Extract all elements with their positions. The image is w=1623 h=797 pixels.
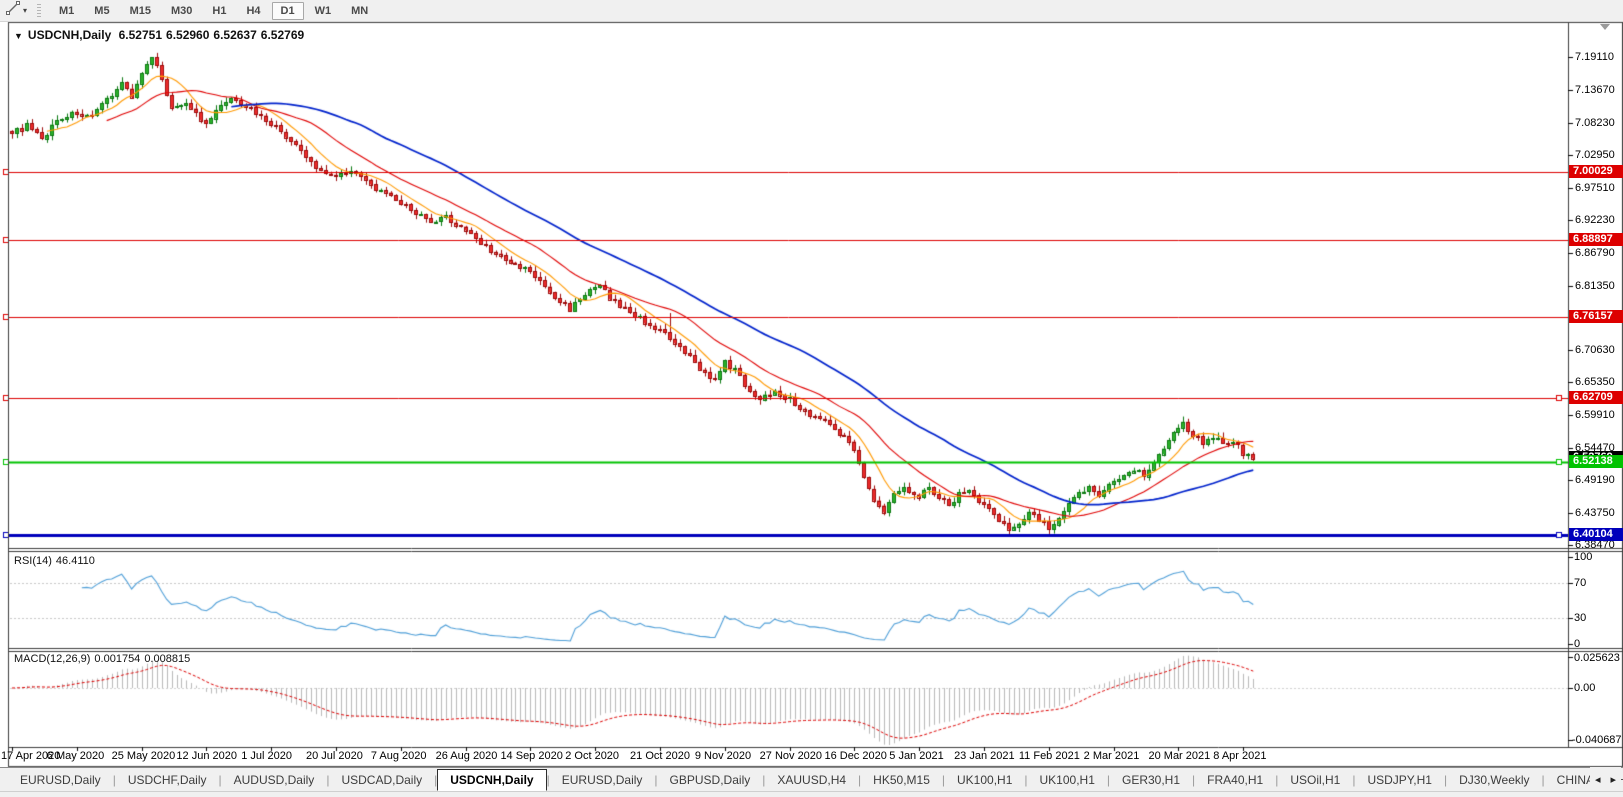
- timeframe-button-h1[interactable]: H1: [203, 2, 235, 20]
- price-axis-tick: 6.43750: [1575, 507, 1615, 519]
- rsi-axis-tick: 70: [1574, 577, 1586, 589]
- dropdown-caret-icon[interactable]: ▾: [23, 6, 27, 15]
- date-axis-label: 5 Jan 2021: [889, 750, 943, 762]
- ohlc-close: 6.52769: [261, 28, 304, 42]
- price-axis-tick: 7.19110: [1575, 51, 1614, 63]
- chart-tabs: EURUSD,Daily|USDCHF,Daily|AUDUSD,Daily|U…: [0, 767, 1623, 792]
- chart-tab-usdcnh-daily[interactable]: USDCNH,Daily: [437, 769, 546, 791]
- chart-tab-usdchf-daily[interactable]: USDCHF,Daily: [116, 770, 219, 790]
- line-tool-group[interactable]: ▾: [0, 1, 33, 20]
- chart-canvas[interactable]: [0, 0, 1623, 797]
- level-price-label: 6.52138: [1569, 455, 1623, 468]
- level-price-label: 7.00029: [1569, 165, 1623, 178]
- toolbar-grip[interactable]: [37, 4, 41, 18]
- ohlc-high: 6.52960: [166, 28, 209, 42]
- chart-tab-usoil-h1[interactable]: USOil,H1: [1278, 770, 1352, 790]
- macd-axis-tick-min: -0.040687: [1572, 734, 1622, 746]
- date-axis-label: 8 Apr 2021: [1213, 750, 1266, 762]
- chart-title: ▼ USDCNH,Daily 6.52751 6.52960 6.52637 6.527…: [14, 28, 308, 42]
- date-axis-label: 2 Oct 2020: [565, 750, 619, 762]
- price-axis-tick: 7.08230: [1575, 117, 1615, 129]
- chart-tab-uk100-h1[interactable]: UK100,H1: [945, 770, 1024, 790]
- macd-name: MACD(12,26,9): [14, 653, 90, 665]
- date-axis-label: 1 Jul 2020: [241, 750, 292, 762]
- macd-axis-tick-max: 0.025623: [1574, 652, 1620, 664]
- chart-tab-xauusd-h4[interactable]: XAUUSD,H4: [765, 770, 858, 790]
- symbol-caret-icon[interactable]: ▼: [14, 31, 23, 41]
- macd-main-value: 0.001754: [94, 653, 140, 665]
- tab-scroll-arrows: ◂ ▸: [1590, 767, 1621, 791]
- level-price-label: 6.76157: [1569, 310, 1623, 323]
- timeframe-button-m5[interactable]: M5: [85, 2, 118, 20]
- timeframe-button-h4[interactable]: H4: [237, 2, 269, 20]
- date-axis-label: 20 Mar 2021: [1148, 750, 1210, 762]
- price-axis-tick: 6.86790: [1575, 247, 1615, 259]
- macd-signal-value: 0.008815: [144, 653, 190, 665]
- rsi-axis-tick: 0: [1574, 638, 1580, 650]
- date-axis-label: 26 Aug 2020: [436, 750, 498, 762]
- toolbar: ▾ M1M5M15M30H1H4D1W1MN: [0, 0, 1623, 22]
- level-price-label: 6.62709: [1569, 391, 1623, 404]
- macd-axis-tick-zero: 0.00: [1574, 682, 1595, 694]
- chart-tab-usdjpy-h1[interactable]: USDJPY,H1: [1355, 770, 1443, 790]
- status-strip: [0, 791, 1623, 797]
- ohlc-open: 6.52751: [119, 28, 162, 42]
- chart-tab-dj30-weekly[interactable]: DJ30,Weekly: [1447, 770, 1541, 790]
- date-axis-label: 25 May 2020: [112, 750, 176, 762]
- price-axis-tick: 6.70630: [1575, 344, 1615, 356]
- date-axis-label: 14 Sep 2020: [500, 750, 562, 762]
- rsi-axis-tick: 100: [1574, 551, 1592, 563]
- chart-tab-hk50-m15[interactable]: HK50,M15: [861, 770, 942, 790]
- date-axis-label: 20 Jul 2020: [306, 750, 363, 762]
- date-axis-label: 27 Nov 2020: [760, 750, 822, 762]
- timeframe-button-m30[interactable]: M30: [162, 2, 201, 20]
- level-price-label: 6.88897: [1569, 233, 1623, 246]
- chart-tab-eurusd-daily[interactable]: EURUSD,Daily: [8, 770, 113, 790]
- price-axis-tick: 7.02950: [1575, 149, 1615, 161]
- rsi-pane-label: RSI(14) 46.4110: [14, 555, 99, 567]
- chart-tab-eurusd-daily[interactable]: EURUSD,Daily: [550, 770, 655, 790]
- rsi-axis-tick: 30: [1574, 612, 1586, 624]
- chart-shift-marker[interactable]: [1600, 24, 1610, 30]
- chart-tab-ger30-h1[interactable]: GER30,H1: [1110, 770, 1192, 790]
- timeframe-buttons: M1M5M15M30H1H4D1W1MN: [49, 2, 378, 20]
- line-tool-icon[interactable]: [6, 1, 20, 20]
- timeframe-button-m15[interactable]: M15: [121, 2, 160, 20]
- chart-tab-uk100-h1[interactable]: UK100,H1: [1028, 770, 1107, 790]
- price-axis-tick: 6.59910: [1575, 409, 1615, 421]
- tab-scroll-left-icon[interactable]: ◂: [1590, 771, 1606, 788]
- ohlc-low: 6.52637: [213, 28, 256, 42]
- date-axis-label: 6 May 2020: [47, 750, 104, 762]
- level-price-label: 6.40104: [1569, 528, 1623, 541]
- price-axis-tick: 6.49190: [1575, 474, 1615, 486]
- timeframe-button-w1[interactable]: W1: [306, 2, 341, 20]
- price-axis-tick: 6.92230: [1575, 214, 1615, 226]
- date-axis-label: 12 Jun 2020: [176, 750, 237, 762]
- mt4-window: ▾ M1M5M15M30H1H4D1W1MN ▼ USDCNH,Daily 6.5…: [0, 0, 1623, 797]
- symbol-label: USDCNH,Daily: [28, 28, 111, 42]
- timeframe-button-d1[interactable]: D1: [272, 2, 304, 20]
- date-axis-label: 16 Dec 2020: [824, 750, 886, 762]
- timeframe-button-m1[interactable]: M1: [50, 2, 83, 20]
- tab-scroll-right-icon[interactable]: ▸: [1605, 771, 1621, 788]
- timeframe-button-mn[interactable]: MN: [342, 2, 377, 20]
- price-axis-tick: 6.81350: [1575, 280, 1615, 292]
- date-axis-label: 23 Jan 2021: [954, 750, 1015, 762]
- date-axis-label: 9 Nov 2020: [695, 750, 751, 762]
- chart-tab-audusd-daily[interactable]: AUDUSD,Daily: [222, 770, 327, 790]
- date-axis-label: 21 Oct 2020: [630, 750, 690, 762]
- macd-pane-label: MACD(12,26,9) 0.001754 0.008815: [14, 653, 194, 665]
- date-axis-label: 2 Mar 2021: [1084, 750, 1140, 762]
- date-axis-label: 7 Aug 2020: [371, 750, 427, 762]
- chart-tab-fra40-h1[interactable]: FRA40,H1: [1195, 770, 1275, 790]
- price-axis-tick: 7.13670: [1575, 84, 1615, 96]
- price-axis-tick: 6.65350: [1575, 376, 1615, 388]
- chart-tab-usdcad-daily[interactable]: USDCAD,Daily: [329, 770, 434, 790]
- chart-tab-gbpusd-daily[interactable]: GBPUSD,Daily: [658, 770, 763, 790]
- price-axis-tick: 6.97510: [1575, 182, 1615, 194]
- rsi-value: 46.4110: [56, 555, 95, 567]
- date-axis-label: 11 Feb 2021: [1019, 750, 1080, 762]
- rsi-name: RSI(14): [14, 555, 52, 567]
